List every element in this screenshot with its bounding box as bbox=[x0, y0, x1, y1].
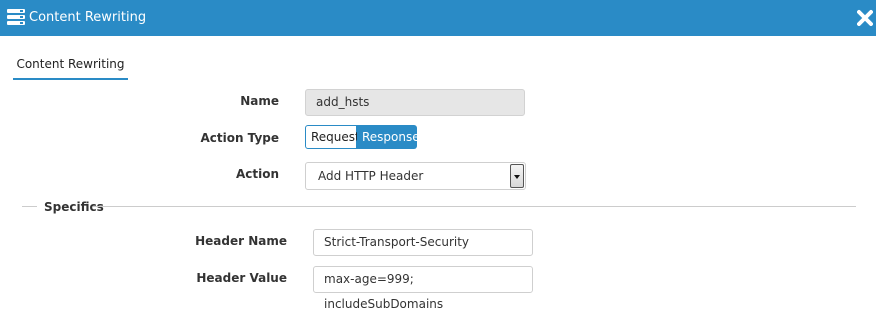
action-type-request-option[interactable]: Request bbox=[305, 125, 360, 149]
dialog-titlebar: Content Rewriting bbox=[0, 0, 876, 36]
action-label: Action bbox=[235, 167, 279, 181]
name-label: Name bbox=[240, 94, 279, 108]
action-select-value: Add HTTP Header bbox=[318, 169, 424, 183]
header-value-field[interactable]: max-age=999; includeSubDomains bbox=[313, 266, 533, 311]
header-value-label: Header Value bbox=[196, 271, 287, 285]
action-type-label: Action Type bbox=[200, 131, 279, 145]
name-field[interactable]: add_hsts bbox=[305, 89, 525, 116]
header-name-field[interactable]: Strict-Transport-Security bbox=[313, 229, 533, 256]
dialog-title: Content Rewriting bbox=[29, 10, 147, 25]
specifics-legend: Specifics bbox=[44, 200, 104, 214]
action-type-response-option[interactable]: Response bbox=[357, 125, 420, 149]
action-select[interactable]: Add HTTP Header bbox=[305, 162, 526, 190]
server-rack-icon bbox=[7, 9, 25, 25]
action-type-toggle: Request Response bbox=[305, 125, 420, 149]
tab-content-rewriting[interactable]: Content Rewriting bbox=[13, 50, 128, 80]
specifics-divider-right bbox=[93, 206, 856, 207]
specifics-divider-left bbox=[22, 206, 37, 207]
close-icon[interactable] bbox=[857, 9, 873, 26]
chevron-down-icon[interactable] bbox=[510, 164, 524, 188]
header-name-label: Header Name bbox=[195, 234, 287, 248]
